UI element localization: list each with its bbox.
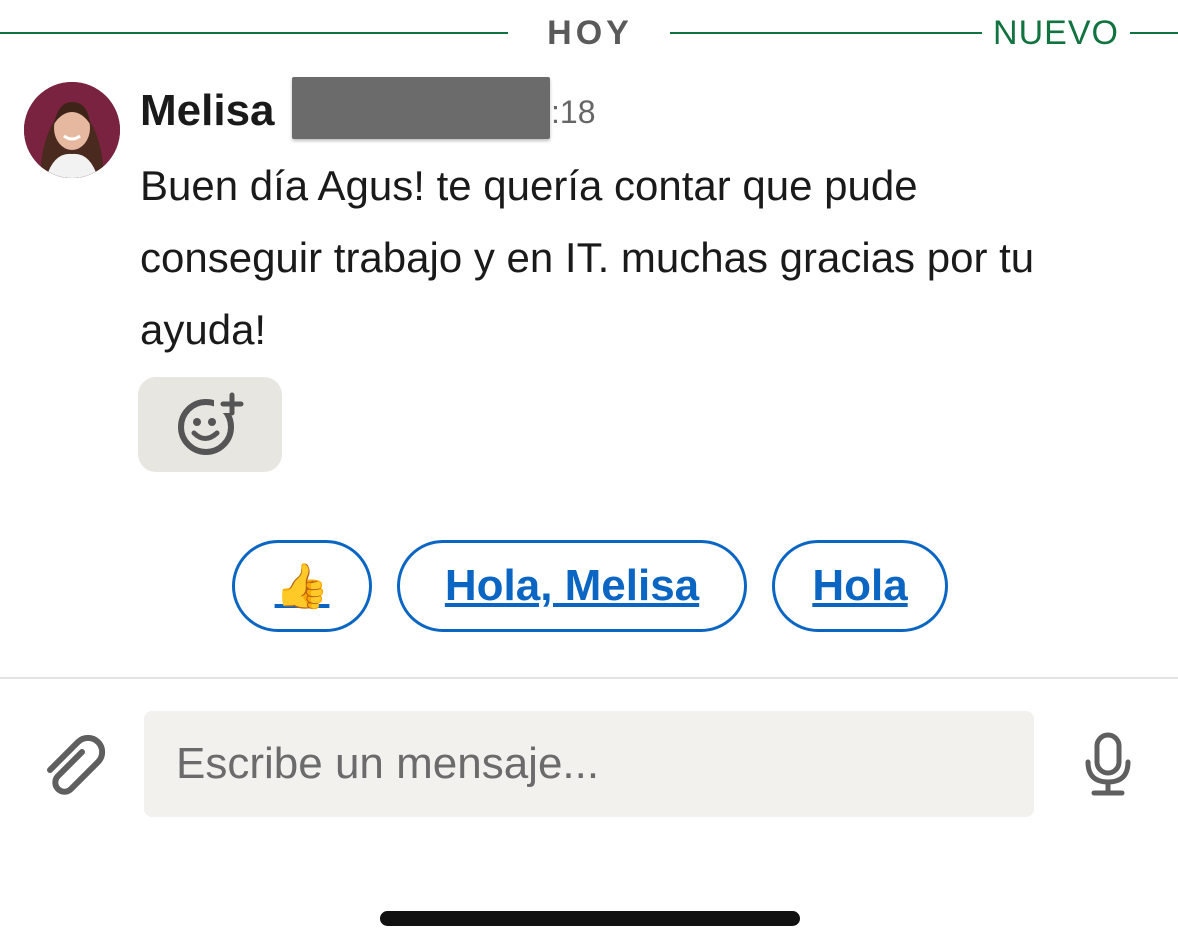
- microphone-icon: [1085, 732, 1131, 796]
- add-reaction-button[interactable]: [138, 377, 282, 472]
- quick-reply-hola[interactable]: Hola: [772, 540, 948, 632]
- thumbs-up-icon: 👍: [274, 562, 330, 611]
- divider-line-left: [0, 32, 508, 34]
- message-text: Buen día Agus! te quería contar que pude…: [140, 162, 1035, 353]
- quick-reply-thumbs-up[interactable]: 👍: [232, 540, 372, 632]
- paperclip-icon: [47, 734, 106, 795]
- redaction-box: [292, 77, 550, 139]
- day-divider-label: HOY: [547, 14, 633, 52]
- home-indicator[interactable]: [380, 911, 800, 926]
- message-input[interactable]: [144, 711, 1034, 817]
- quick-reply-label: Hola: [812, 561, 908, 610]
- quick-reply-hola-melisa[interactable]: Hola, Melisa: [397, 540, 747, 632]
- attach-button[interactable]: [38, 730, 108, 800]
- avatar[interactable]: [24, 82, 120, 178]
- add-emoji-icon: [178, 391, 244, 455]
- message-timestamp: :18: [551, 94, 596, 130]
- composer-divider: [0, 677, 1178, 679]
- divider-line-right: [1130, 32, 1178, 34]
- sender-name[interactable]: Melisa: [140, 86, 275, 136]
- divider-line-middle: [670, 32, 982, 34]
- new-messages-label: NUEVO: [993, 14, 1119, 52]
- quick-reply-label: Hola, Melisa: [444, 561, 700, 610]
- avatar-photo: [24, 82, 120, 178]
- microphone-button[interactable]: [1080, 732, 1136, 798]
